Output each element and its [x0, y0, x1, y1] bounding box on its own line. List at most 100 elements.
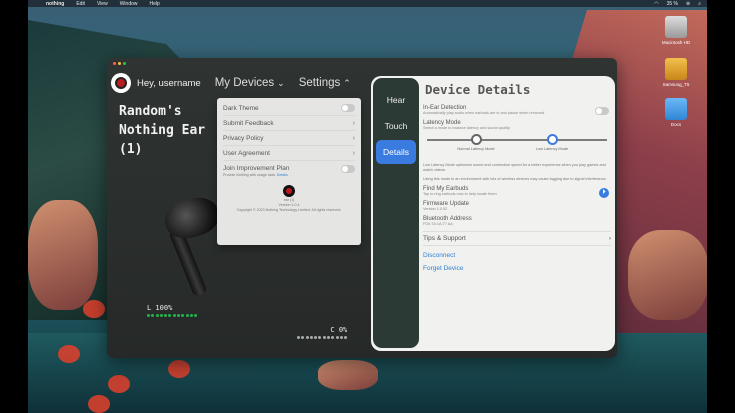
dark-theme-toggle[interactable] [341, 104, 355, 112]
firmware-row: Firmware Update Version 1.0.52 [423, 201, 611, 212]
battery-dot [331, 336, 335, 339]
nav-my-devices[interactable]: My Devices ⌄ [215, 77, 285, 89]
battery-dot [297, 336, 300, 339]
improvement-plan-toggle[interactable] [341, 164, 355, 173]
device-details-panel: Hear Touch Details Device Details In-Ear… [371, 76, 615, 351]
latency-normal-knob[interactable] [471, 134, 482, 145]
details-content: Device Details In-Ear Detection Automati… [423, 82, 611, 272]
page-title: Device Details [425, 82, 531, 97]
latency-mode-row: Latency Mode Select a mode to balance la… [423, 120, 611, 159]
battery-dot [194, 314, 198, 317]
wallpaper-rock [318, 360, 378, 390]
tab-hear[interactable]: Hear [376, 88, 416, 112]
menu-item-dark-theme[interactable]: Dark Theme [223, 101, 355, 116]
battery-dot [147, 314, 150, 317]
greeting-text: Hey, username [137, 77, 201, 89]
forget-device-link[interactable]: Forget Device [423, 265, 611, 272]
locate-icon[interactable]: ⏵ [599, 188, 609, 198]
find-earbuds-row[interactable]: Find My Earbuds Tap to ring earbuds now … [423, 186, 611, 198]
find-sub: Tap to ring earbuds now to help locate t… [423, 192, 498, 196]
menubar-status-area: ◠ 35 % ⊜ ⌕ [654, 1, 701, 7]
battery-dot [309, 336, 313, 339]
bluetooth-row: Bluetooth Address FD0:7A:1A:77 AA [423, 216, 611, 227]
battery-case-label: C 0% [330, 326, 348, 334]
wallpaper-flower [83, 300, 105, 318]
desktop-icon-macintosh-hd[interactable]: Macintosh HD [656, 16, 696, 45]
battery-dot [301, 336, 305, 339]
slider-track [427, 139, 607, 141]
disconnect-link[interactable]: Disconnect [423, 252, 611, 259]
wallpaper-rock [628, 230, 707, 320]
menu-item-privacy-policy[interactable]: Privacy Policy › [223, 131, 355, 146]
battery-dot [172, 314, 176, 317]
battery-dot [164, 314, 168, 317]
search-icon[interactable]: ⌕ [698, 1, 701, 7]
battery-left: L 100% [147, 304, 198, 317]
menu-bar: nothing Edit View Window Help ◠ 35 % ⊜ ⌕ [28, 0, 707, 7]
details-link[interactable]: Details [277, 173, 288, 177]
tips-support-row[interactable]: Tips & Support › [423, 235, 611, 242]
in-ear-toggle[interactable] [595, 107, 609, 115]
battery-dot [159, 314, 163, 317]
minimize-window-button[interactable] [118, 62, 121, 65]
menu-edit[interactable]: Edit [76, 1, 85, 7]
menu-item-submit-feedback[interactable]: Submit Feedback › [223, 116, 355, 131]
bt-sub: FD0:7A:1A:77 AA [423, 222, 453, 226]
wifi-icon[interactable]: ◠ [654, 1, 658, 7]
desktop-icon-label: Samsung_T5 [662, 82, 690, 87]
divider [423, 245, 611, 246]
menu-app-name[interactable]: nothing [46, 1, 64, 7]
maximize-window-button[interactable] [123, 62, 126, 65]
close-window-button[interactable] [113, 62, 116, 65]
details-sidebar: Hear Touch Details [373, 78, 419, 348]
battery-left-dots [147, 314, 198, 317]
battery-dot [181, 314, 185, 317]
battery-dot [327, 336, 331, 339]
menu-window[interactable]: Window [120, 1, 138, 7]
wallpaper-flower [88, 395, 110, 413]
external-drive-icon [665, 58, 687, 80]
menu-item-label: Submit Feedback [223, 119, 274, 127]
in-ear-sub: Automatically play audio when earbuds ar… [423, 111, 546, 115]
nav-settings[interactable]: Settings ⌃ [299, 77, 351, 89]
desktop-icon-docs[interactable]: Docs [656, 98, 696, 127]
app-header: Hey, username My Devices ⌄ Settings ⌃ [111, 72, 351, 94]
improvement-description: Provide Nothing with usage data. Details [223, 173, 355, 177]
brand-logo-icon [283, 185, 295, 197]
latency-normal-label: Normal Latency Mode [457, 147, 495, 151]
divider [423, 231, 611, 232]
app-info-footer: ear (1) Version 1.0.4 Copyright © 2023 N… [223, 185, 355, 213]
menu-item-label: Join Improvement Plan [223, 165, 290, 172]
avatar[interactable] [111, 73, 131, 93]
battery-dot [155, 314, 159, 317]
chevron-right-icon: › [352, 119, 355, 127]
tab-details[interactable]: Details [376, 140, 416, 164]
battery-dot [177, 314, 181, 317]
battery-percent[interactable]: 35 % [667, 1, 678, 7]
wallpaper-flower [58, 345, 80, 363]
battery-dot [151, 314, 155, 317]
desktop-icon-label: Macintosh HD [661, 40, 691, 45]
menu-item-user-agreement[interactable]: User Agreement › [223, 146, 355, 161]
device-name: Random's Nothing Ear (1) [119, 104, 206, 157]
desktop-icon-samsung[interactable]: Samsung_T5 [656, 58, 696, 87]
chevron-right-icon: › [352, 134, 355, 142]
improvement-sub-text: Provide Nothing with usage data. [223, 173, 276, 177]
latency-warning: Using this mode in an environment with l… [423, 177, 607, 181]
control-center-icon[interactable]: ⊜ [686, 1, 690, 7]
latency-slider[interactable]: Normal Latency Mode Low Latency Mode [423, 133, 611, 159]
folder-icon [665, 98, 687, 120]
battery-dot [322, 336, 326, 339]
latency-low-knob[interactable] [547, 134, 558, 145]
latency-low-label: Low Latency Mode [536, 147, 568, 151]
battery-dot [314, 336, 318, 339]
tab-touch[interactable]: Touch [376, 114, 416, 138]
desktop-icon-label: Docs [670, 122, 682, 127]
battery-dot [318, 336, 322, 339]
battery-dot [335, 336, 339, 339]
menu-view[interactable]: View [97, 1, 108, 7]
menu-help[interactable]: Help [150, 1, 160, 7]
chevron-down-icon: ⌄ [277, 77, 285, 88]
battery-dot [305, 336, 309, 339]
wallpaper-flower [168, 360, 190, 378]
